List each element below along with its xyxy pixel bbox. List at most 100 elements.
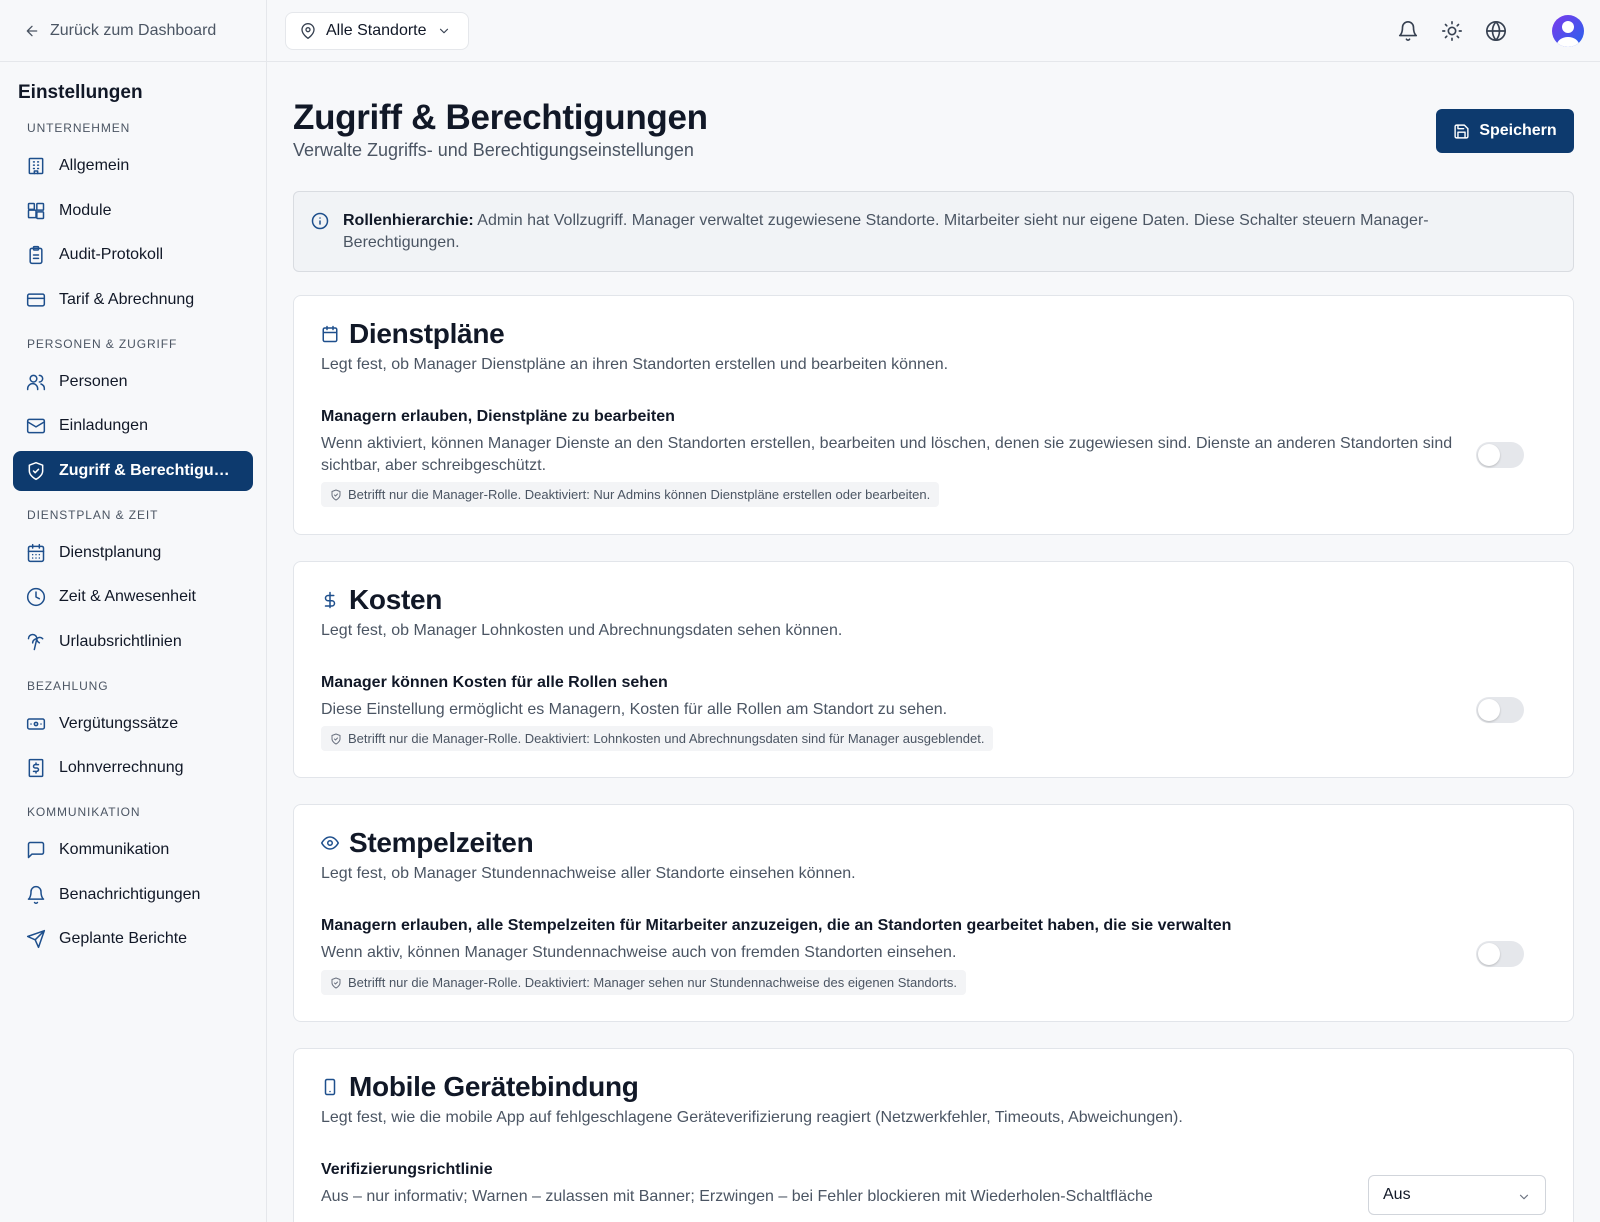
card-description: Legt fest, ob Manager Dienstpläne an ihr… (321, 356, 949, 373)
sidebar-item-module[interactable]: Module (13, 191, 253, 231)
info-text: Admin hat Vollzugriff. Manager verwaltet… (343, 212, 1429, 251)
top-bar: Alle Standorte (267, 0, 1600, 62)
sidebar-item-tarif-abrechnung[interactable]: Tarif & Abrechnung (13, 280, 253, 320)
sidebar-item-dienstplanung[interactable]: Dienstplanung (13, 533, 253, 573)
sidebar-item-allgemein[interactable]: Allgemein (13, 146, 253, 186)
sidebar-item-label: Personen (59, 372, 128, 390)
sidebar-item-label: Kommunikation (59, 841, 170, 858)
receipt-dollar-icon (28, 758, 44, 778)
setting-description: Aus – nur informativ; Warnen – zulassen … (321, 1188, 1153, 1205)
setting-note-text: Betrifft nur die Manager-Rolle. Deaktivi… (348, 975, 957, 990)
section-label-personen-zugriff: PERSONEN & ZUGRIFF (27, 336, 178, 351)
user-avatar-icon (1556, 21, 1580, 47)
sidebar-item-zugriff-berechtigungen[interactable]: Zugriff & Berechtigungen (13, 450, 253, 491)
setting-note: Betrifft nur die Manager-Rolle. Deaktivi… (321, 726, 994, 751)
setting-description: Diese Einstellung ermöglicht es Managern… (321, 701, 948, 718)
sidebar-item-label: Einladungen (59, 417, 148, 434)
sidebar-item-urlaubsrichtlinien[interactable]: Urlaubsrichtlinien (13, 622, 253, 662)
location-select-value: Alle Standorte (326, 22, 427, 39)
dollar-icon (324, 591, 336, 609)
toggle-stempelzeiten[interactable] (1476, 941, 1524, 967)
sidebar-item-benachrichtigungen[interactable]: Benachrichtigungen (13, 875, 253, 915)
sun-icon (1442, 21, 1462, 41)
card-title: Kosten (349, 584, 443, 615)
toggle-dienstplaene[interactable] (1476, 442, 1524, 468)
setting-title: Verifizierungsrichtlinie (321, 1161, 493, 1178)
smartphone-icon (324, 1078, 336, 1096)
card-description: Legt fest, wie die mobile App auf fehlge… (321, 1109, 1183, 1126)
credit-card-icon (26, 292, 46, 307)
sidebar-item-geplante-berichte[interactable]: Geplante Berichte (13, 919, 253, 959)
setting-description: Wenn aktiviert, können Manager Dienste a… (321, 435, 1453, 474)
building-icon (28, 157, 44, 175)
chevron-down-icon (1519, 1194, 1529, 1200)
avatar[interactable] (1552, 15, 1584, 47)
sidebar-item-personen[interactable]: Personen (13, 362, 253, 402)
modules-icon (27, 202, 45, 219)
clipboard-icon (29, 245, 43, 265)
users-icon (26, 374, 46, 390)
setting-note-text: Betrifft nur die Manager-Rolle. Deaktivi… (348, 487, 931, 502)
sidebar-item-label: Module (59, 201, 112, 219)
main-content: Zugriff & Berechtigungen Verwalte Zugrif… (267, 62, 1600, 1222)
sidebar-title: Einstellungen (18, 82, 143, 103)
sidebar-item-label: Allgemein (59, 157, 130, 174)
back-link-label: Zurück zum Dashboard (50, 21, 217, 39)
shield-check-icon (331, 489, 341, 500)
setting-note: Betrifft nur die Manager-Rolle. Deaktivi… (321, 482, 940, 507)
role-hierarchy-info: Rollenhierarchie: Admin hat Vollzugriff.… (293, 191, 1574, 272)
page-subtitle: Verwalte Zugriffs- und Berechtigungseins… (293, 140, 694, 160)
save-button[interactable]: Speichern (1436, 109, 1574, 153)
message-square-icon (27, 841, 45, 859)
save-icon (1454, 123, 1469, 139)
info-label: Rollenhierarchie: (343, 212, 474, 229)
sidebar-item-label: Tarif & Abrechnung (59, 290, 195, 308)
sidebar-item-einladungen[interactable]: Einladungen (13, 406, 253, 446)
page-title: Zugriff & Berechtigungen (293, 98, 708, 137)
card-kosten: Kosten Legt fest, ob Manager Lohnkosten … (293, 561, 1574, 778)
arrow-left-icon (26, 25, 38, 36)
sidebar-item-label: Zeit & Anwesenheit (59, 588, 196, 605)
sidebar-item-verguetungssaetze[interactable]: Vergütungssätze (13, 704, 253, 744)
sidebar-item-lohnverrechnung[interactable]: Lohnverrechnung (13, 748, 253, 788)
notifications-button[interactable] (1397, 20, 1419, 42)
card-stempelzeiten: Stempelzeiten Legt fest, ob Manager Stun… (293, 804, 1574, 1022)
setting-title: Managern erlauben, Dienstpläne zu bearbe… (321, 408, 675, 425)
sidebar-item-label: Dienstplanung (59, 543, 162, 561)
section-label-unternehmen: UNTERNEHMEN (27, 121, 131, 135)
sidebar-item-label: Urlaubsrichtlinien (59, 632, 182, 650)
sidebar-item-audit-protokoll[interactable]: Audit-Protokoll (13, 235, 253, 275)
sidebar-item-kommunikation[interactable]: Kommunikation (13, 830, 253, 870)
card-description: Legt fest, ob Manager Stundennachweise a… (321, 865, 856, 882)
setting-note-text: Betrifft nur die Manager-Rolle. Deaktivi… (348, 731, 985, 746)
eye-icon (321, 836, 339, 850)
section-label-kommunikation: KOMMUNIKATION (27, 805, 141, 819)
toggle-kosten[interactable] (1476, 697, 1524, 723)
map-pin-icon (301, 23, 315, 39)
location-select[interactable]: Alle Standorte (285, 12, 469, 50)
section-label-dienstplan-zeit: DIENSTPLAN & ZEIT (27, 507, 159, 522)
bell-icon (27, 885, 45, 904)
banknote-icon (26, 717, 46, 730)
card-title: Dienstpläne (349, 318, 505, 349)
language-button[interactable] (1485, 20, 1507, 42)
theme-toggle-button[interactable] (1441, 20, 1463, 42)
sidebar-item-label: Zugriff & Berechtigungen (59, 461, 239, 479)
shield-check-icon (28, 461, 44, 480)
back-to-dashboard-link[interactable]: Zurück zum Dashboard (0, 0, 266, 62)
send-icon (26, 929, 46, 949)
sidebar-item-label: Benachrichtigungen (59, 885, 201, 903)
verification-policy-select[interactable]: Aus (1368, 1175, 1546, 1215)
setting-note: Betrifft nur die Manager-Rolle. Deaktivi… (321, 970, 966, 995)
shield-check-icon (331, 977, 341, 988)
mail-icon (26, 418, 46, 434)
sidebar-item-zeit-anwesenheit[interactable]: Zeit & Anwesenheit (13, 577, 253, 617)
verification-policy-value: Aus (1383, 1186, 1411, 1203)
globe-icon (1486, 21, 1506, 41)
card-dienstplaene: Dienstpläne Legt fest, ob Manager Dienst… (293, 295, 1574, 535)
sidebar-item-label: Geplante Berichte (59, 930, 188, 947)
calendar-icon (27, 543, 45, 562)
shield-check-icon (331, 733, 341, 744)
save-button-label: Speichern (1479, 122, 1557, 139)
bell-icon (1398, 21, 1418, 41)
